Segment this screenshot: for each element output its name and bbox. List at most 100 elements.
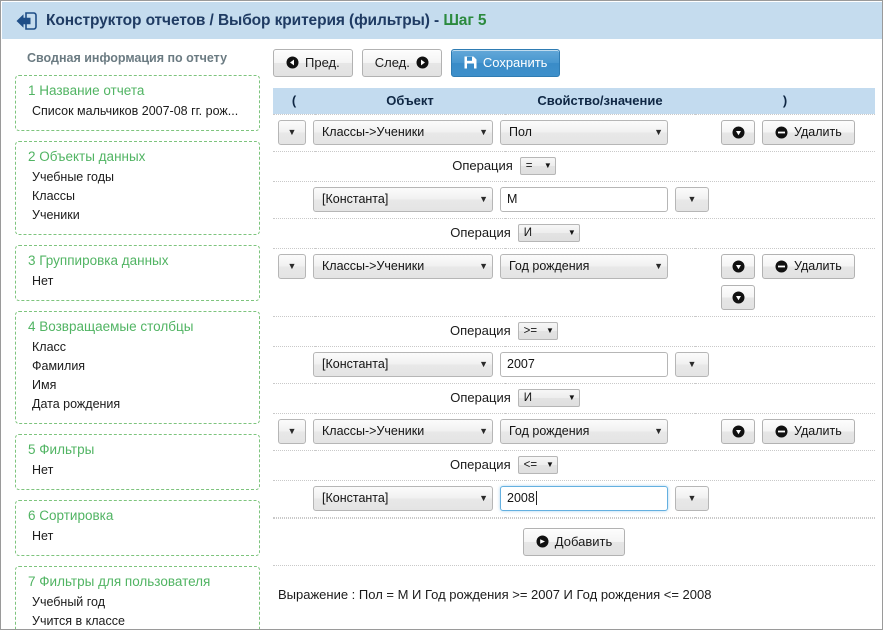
sidebar-title: Сводная информация по отчету	[27, 51, 260, 65]
next-step-button[interactable]: След.	[362, 49, 442, 77]
chevron-down-icon: ▼	[688, 493, 697, 503]
operation-select-3[interactable]: >= ▼	[518, 322, 558, 340]
add-condition-button-2b[interactable]	[721, 285, 755, 310]
operation-select-1[interactable]: = ▼	[520, 157, 556, 175]
value-input-2[interactable]: 2007	[500, 352, 668, 377]
summary-box-title: 1 Название отчета	[28, 83, 247, 98]
summary-box-title: 6 Сортировка	[28, 508, 247, 523]
operation-select-value: =	[526, 160, 533, 172]
summary-box-4: 4 Возвращаемые столбцы Класс Фамилия Имя…	[15, 311, 260, 424]
summary-box-7: 7 Фильтры для пользователя Учебный год У…	[15, 566, 260, 630]
operation-select-5[interactable]: <= ▼	[518, 456, 558, 474]
summary-item: Учебные годы	[28, 168, 247, 187]
chevron-down-icon: ▼	[473, 127, 488, 137]
object-select-1[interactable]: Классы->Ученики ▼	[313, 120, 493, 145]
delete-condition-button-2[interactable]: Удалить	[762, 254, 855, 279]
plus-circle-icon	[536, 535, 549, 548]
operation-select-value: И	[524, 227, 532, 239]
value-extra-select-2[interactable]: ▼	[675, 352, 709, 377]
value-source-value: [Константа]	[322, 491, 388, 505]
object-select-value: Классы->Ученики	[322, 259, 424, 273]
minus-circle-icon	[775, 425, 788, 438]
page-title-text: Конструктор отчетов / Выбор критерия (фи…	[46, 12, 443, 29]
minus-circle-icon	[775, 260, 788, 273]
value-source-select-2[interactable]: [Константа] ▼	[313, 352, 493, 377]
property-select-1[interactable]: Пол ▼	[500, 120, 668, 145]
summary-item: Класс	[28, 338, 247, 357]
object-select-3[interactable]: Классы->Ученики ▼	[313, 419, 493, 444]
report-builder-page: Конструктор отчетов / Выбор критерия (фи…	[0, 0, 883, 630]
summary-sidebar: Сводная информация по отчету 1 Название …	[15, 51, 260, 630]
operation-select-value: <=	[524, 459, 537, 471]
arrow-left-circle-icon	[286, 56, 299, 69]
value-input-text: 2008	[507, 491, 535, 505]
chevron-down-icon: ▼	[648, 426, 663, 436]
operation-label: Операция	[450, 225, 511, 240]
summary-item: Фамилия	[28, 357, 247, 376]
minus-circle-icon	[775, 126, 788, 139]
wizard-toolbar: Пред. След.	[273, 49, 875, 77]
summary-box-title: 2 Объекты данных	[28, 149, 247, 164]
page-header: Конструктор отчетов / Выбор критерия (фи…	[2, 2, 882, 39]
property-select-value: Год рождения	[509, 259, 589, 273]
floppy-disk-icon	[464, 56, 477, 69]
delete-condition-label: Удалить	[794, 424, 842, 438]
value-input-text: М	[507, 192, 517, 206]
operation-row: Операция И ▼	[273, 218, 875, 248]
add-criteria-button[interactable]: Добавить	[523, 528, 625, 556]
property-select-2[interactable]: Год рождения ▼	[500, 254, 668, 279]
summary-box-title: 5 Фильтры	[28, 442, 247, 457]
open-paren-select-1[interactable]: ▼	[278, 120, 306, 145]
add-condition-button-2a[interactable]	[721, 254, 755, 279]
add-condition-button-1[interactable]	[721, 120, 755, 145]
chevron-down-icon: ▼	[288, 261, 297, 271]
value-input-3[interactable]: 2008	[500, 486, 668, 511]
property-select-3[interactable]: Год рождения ▼	[500, 419, 668, 444]
value-extra-select-1[interactable]: ▼	[675, 187, 709, 212]
save-label: Сохранить	[483, 56, 548, 69]
operation-label: Операция	[450, 457, 511, 472]
operation-select-4[interactable]: И ▼	[518, 389, 580, 407]
chevron-down-icon: ▼	[648, 261, 663, 271]
add-condition-button-3[interactable]	[721, 419, 755, 444]
page-title-step: Шаг 5	[443, 12, 486, 29]
prev-step-button[interactable]: Пред.	[273, 49, 353, 77]
operation-select-value: >=	[524, 325, 537, 337]
chevron-down-icon: ▼	[473, 359, 488, 369]
page-title: Конструктор отчетов / Выбор критерия (фи…	[46, 12, 486, 30]
summary-box-6: 6 Сортировка Нет	[15, 500, 260, 556]
value-source-select-1[interactable]: [Константа] ▼	[313, 187, 493, 212]
save-button[interactable]: Сохранить	[451, 49, 561, 77]
object-select-value: Классы->Ученики	[322, 125, 424, 139]
value-source-select-3[interactable]: [Константа] ▼	[313, 486, 493, 511]
chevron-down-icon: ▼	[288, 127, 297, 137]
delete-condition-label: Удалить	[794, 259, 842, 273]
header-close-paren: )	[695, 88, 875, 114]
chevron-down-icon: ▼	[473, 493, 488, 503]
summary-item: Нет	[28, 527, 247, 546]
delete-condition-button-1[interactable]: Удалить	[762, 120, 855, 145]
value-row: [Константа] ▼ 2007 ▼	[273, 346, 875, 383]
value-source-value: [Константа]	[322, 192, 388, 206]
property-select-value: Год рождения	[509, 424, 589, 438]
value-input-1[interactable]: М	[500, 187, 668, 212]
header-open-paren: (	[273, 88, 315, 114]
object-select-2[interactable]: Классы->Ученики ▼	[313, 254, 493, 279]
summary-box-1: 1 Название отчета Список мальчиков 2007-…	[15, 75, 260, 131]
summary-item: Учится в классе	[28, 612, 247, 630]
summary-item: Нет	[28, 272, 247, 291]
chevron-down-icon: ▼	[542, 460, 554, 469]
open-paren-select-2[interactable]: ▼	[278, 254, 306, 279]
operation-select-value: И	[524, 392, 532, 404]
operation-row: Операция = ▼	[273, 151, 875, 181]
open-paren-select-3[interactable]: ▼	[278, 419, 306, 444]
back-arrow-icon[interactable]	[15, 12, 46, 30]
prev-step-label: Пред.	[305, 56, 340, 69]
delete-condition-button-3[interactable]: Удалить	[762, 419, 855, 444]
operation-select-2[interactable]: И ▼	[518, 224, 580, 242]
summary-box-2: 2 Объекты данных Учебные годы Классы Уче…	[15, 141, 260, 235]
chevron-down-icon: ▼	[688, 194, 697, 204]
value-row: [Константа] ▼ М ▼	[273, 181, 875, 218]
add-criteria-row: Добавить	[273, 518, 875, 566]
value-extra-select-3[interactable]: ▼	[675, 486, 709, 511]
